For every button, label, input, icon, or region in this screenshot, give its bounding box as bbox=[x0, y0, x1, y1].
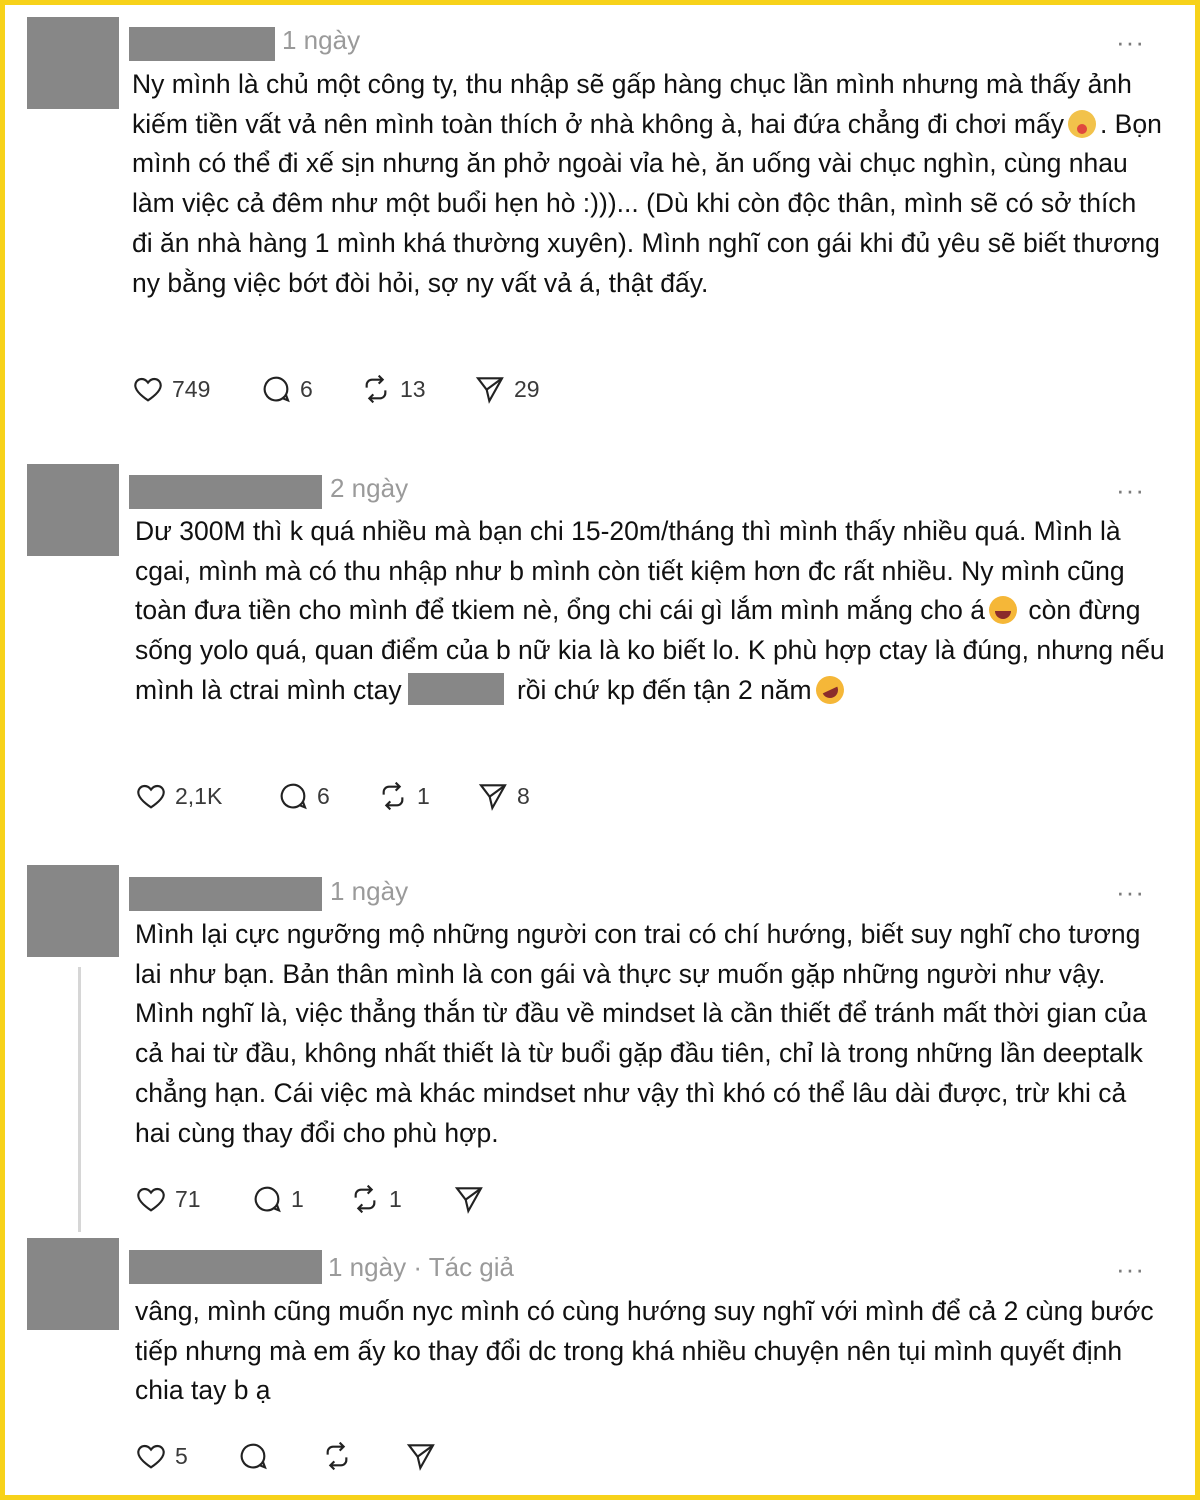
post-text: Mình lại cực ngưỡng mộ những người con t… bbox=[135, 919, 1147, 1148]
reply-button[interactable]: 1 bbox=[251, 1181, 304, 1217]
share-button[interactable]: 8 bbox=[477, 778, 530, 814]
like-count: 71 bbox=[175, 1185, 201, 1212]
clown-face-emoji bbox=[1067, 109, 1096, 138]
more-options-icon[interactable]: ··· bbox=[1116, 475, 1145, 506]
post-time: 1 ngày · Tác giả bbox=[328, 1252, 514, 1282]
heart-icon bbox=[137, 784, 165, 809]
comment-icon bbox=[254, 1186, 281, 1213]
reply-button[interactable] bbox=[237, 1438, 277, 1474]
reply-count: 1 bbox=[291, 1185, 304, 1212]
rolling-laughing-emoji bbox=[811, 671, 849, 709]
avatar[interactable] bbox=[27, 464, 119, 556]
avatar[interactable] bbox=[27, 17, 119, 109]
repost-count: 1 bbox=[389, 1185, 402, 1212]
heart-icon bbox=[137, 1187, 165, 1212]
like-count: 749 bbox=[172, 375, 211, 402]
post-time: 1 ngày bbox=[330, 876, 409, 906]
post-text: Dư 300M thì k quá nhiều mà bạn chi 15-20… bbox=[135, 512, 1165, 711]
post-text: vâng, mình cũng muốn nyc mình có cùng hư… bbox=[135, 1296, 1154, 1406]
more-options-icon[interactable]: ··· bbox=[1116, 27, 1145, 58]
repost-button[interactable]: 1 bbox=[349, 1181, 402, 1217]
send-icon bbox=[478, 784, 507, 811]
repost-button[interactable] bbox=[321, 1438, 361, 1474]
more-options-icon[interactable]: ··· bbox=[1116, 877, 1145, 908]
repost-count: 13 bbox=[400, 375, 426, 402]
username-redacted[interactable] bbox=[129, 27, 275, 61]
share-button[interactable] bbox=[405, 1438, 445, 1474]
comment-icon bbox=[240, 1443, 267, 1470]
avatar[interactable] bbox=[27, 1238, 119, 1330]
author-tag: · Tác giả bbox=[413, 1252, 514, 1282]
like-button[interactable]: 71 bbox=[135, 1181, 201, 1217]
repost-icon bbox=[354, 1184, 376, 1214]
grinning-face-emoji bbox=[989, 596, 1018, 625]
repost-button[interactable]: 1 bbox=[377, 778, 430, 814]
share-button[interactable]: 29 bbox=[474, 371, 540, 407]
repost-button[interactable]: 13 bbox=[360, 371, 426, 407]
comment-icon bbox=[280, 783, 307, 810]
reply-button[interactable]: 6 bbox=[277, 778, 330, 814]
share-button[interactable] bbox=[453, 1181, 493, 1217]
thread-line bbox=[78, 967, 81, 1232]
send-icon bbox=[475, 377, 504, 404]
comment-feed: 1 ngày ··· Ny mình là chủ một công ty, t… bbox=[5, 5, 1195, 1495]
repost-icon bbox=[365, 374, 387, 404]
like-button[interactable]: 749 bbox=[132, 371, 210, 407]
avatar[interactable] bbox=[27, 865, 119, 957]
username-redacted[interactable] bbox=[129, 1250, 322, 1284]
reply-count: 6 bbox=[317, 782, 330, 809]
share-count: 29 bbox=[514, 375, 540, 402]
send-icon bbox=[454, 1187, 483, 1214]
heart-icon bbox=[134, 377, 162, 402]
like-count: 2,1K bbox=[175, 782, 223, 809]
comment-icon bbox=[263, 376, 290, 403]
username-redacted[interactable] bbox=[129, 475, 322, 509]
post-text: Ny mình là chủ một công ty, thu nhập sẽ … bbox=[132, 69, 1162, 298]
like-button[interactable]: 2,1K bbox=[135, 778, 222, 814]
like-count: 5 bbox=[175, 1442, 188, 1469]
like-button[interactable]: 5 bbox=[135, 1438, 188, 1474]
repost-icon bbox=[382, 781, 404, 811]
share-count: 8 bbox=[517, 782, 530, 809]
heart-icon bbox=[137, 1444, 165, 1469]
reply-count: 6 bbox=[300, 375, 313, 402]
more-options-icon[interactable]: ··· bbox=[1116, 1254, 1145, 1285]
post-time: 1 ngày bbox=[282, 25, 361, 55]
repost-count: 1 bbox=[417, 782, 430, 809]
redacted-text bbox=[407, 672, 504, 705]
post-time: 2 ngày bbox=[330, 473, 409, 503]
username-redacted[interactable] bbox=[129, 877, 322, 911]
send-icon bbox=[406, 1444, 435, 1471]
repost-icon bbox=[326, 1441, 348, 1471]
reply-button[interactable]: 6 bbox=[260, 371, 313, 407]
